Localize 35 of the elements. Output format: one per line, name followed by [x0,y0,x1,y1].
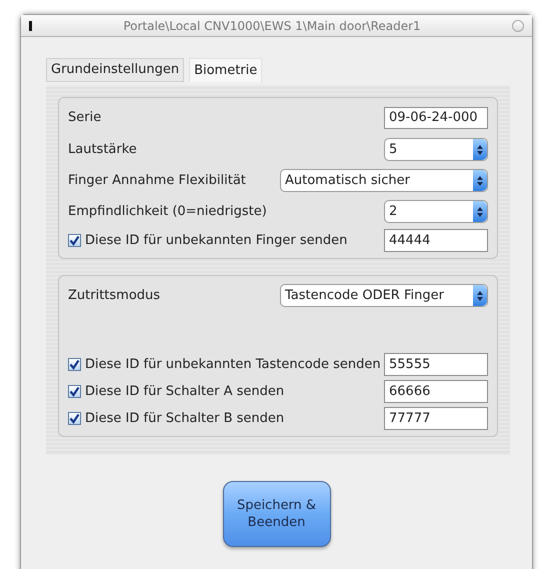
field-label: Diese ID für Schalter B senden [85,410,284,428]
tab[interactable]: Grundeinstellungen [46,58,184,82]
checkbox[interactable] [68,412,81,425]
field-label: Diese ID für Schalter A senden [85,382,284,401]
dropdown[interactable]: Tastencode ODER Finger [280,284,488,307]
field-label: Empfindlichkeit (0=niedrigste) [68,202,267,221]
text-field[interactable]: 77777 [384,407,488,430]
field-label: Finger Annahme Flexibilität [68,172,246,190]
check-icon [69,413,80,424]
field-label: Lautstärke [68,140,137,159]
stepper-arrows-icon [473,201,487,222]
window-title: Portale\Local CNV1000\EWS 1\Main door\Reader1 [123,18,421,34]
check-icon [69,235,80,246]
dropdown[interactable]: 2 [384,200,488,223]
dropdown[interactable]: Automatisch sicher [280,169,488,192]
field-label: Diese ID für unbekannten Finger senden [85,232,348,250]
checkbox[interactable] [68,385,81,398]
checkbox[interactable] [68,358,81,371]
field-label: Zutrittsmodus [68,286,160,305]
text-field[interactable]: 44444 [384,229,488,252]
check-icon [69,386,80,397]
stepper-arrows-icon [473,139,487,160]
field-label: Serie [68,109,102,128]
tab[interactable]: Biometrie [189,58,262,82]
checkbox[interactable] [68,234,81,247]
save-button[interactable]: Speichern & Beenden [222,481,330,547]
dropdown[interactable]: 5 [384,138,488,161]
stepper-arrows-icon [473,170,487,191]
stepper-arrows-icon [473,285,487,306]
text-field[interactable]: 55555 [384,353,488,376]
check-icon [69,359,80,370]
field-label: Diese ID für unbekannten Tastencode senden [85,356,381,374]
window-handle-icon [29,20,32,30]
text-field[interactable]: 66666 [384,380,488,403]
text-field[interactable]: 09-06-24-000 [384,107,488,129]
